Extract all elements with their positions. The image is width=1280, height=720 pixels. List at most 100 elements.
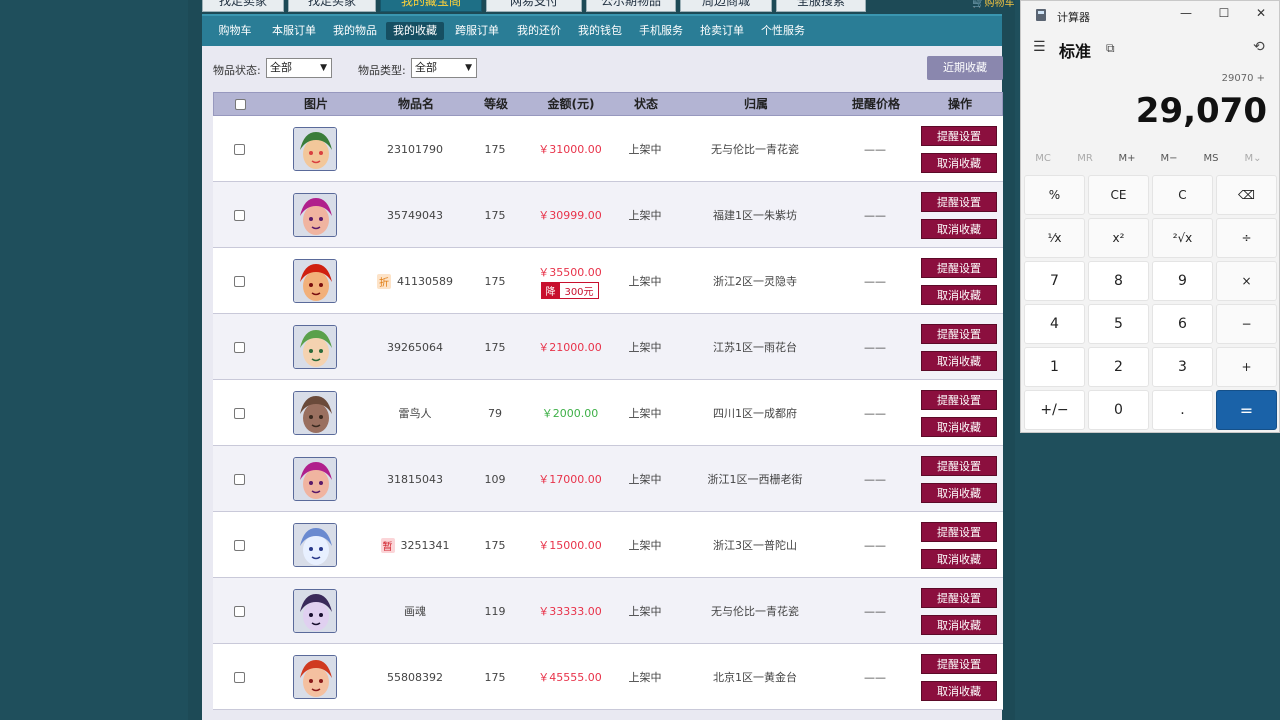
item-name[interactable]: 23101790 (387, 143, 443, 156)
calc-key[interactable]: 3 (1152, 347, 1213, 387)
cancel-favorite-button[interactable]: 取消收藏 (921, 482, 997, 503)
minimize-icon[interactable]: — (1171, 6, 1201, 24)
memory-button[interactable]: M− (1149, 153, 1189, 164)
memory-button[interactable]: M⌄ (1233, 153, 1273, 164)
item-name[interactable]: 3251341 (401, 539, 450, 552)
history-icon[interactable]: ⟲ (1253, 39, 1265, 55)
calc-key[interactable]: ²√x (1152, 218, 1213, 258)
item-avatar[interactable] (293, 325, 337, 369)
remind-settings-button[interactable]: 提醒设置 (921, 191, 997, 212)
memory-button[interactable]: M+ (1107, 153, 1147, 164)
calc-key[interactable]: C (1152, 175, 1213, 215)
calc-key[interactable]: 5 (1088, 304, 1149, 344)
memory-button[interactable]: MR (1065, 153, 1105, 164)
cancel-favorite-button[interactable]: 取消收藏 (921, 680, 997, 701)
cancel-favorite-button[interactable]: 取消收藏 (921, 416, 997, 437)
calc-key[interactable]: CE (1088, 175, 1149, 215)
calc-key[interactable]: 9 (1152, 261, 1213, 301)
recent-favorites-button[interactable]: 近期收藏 (927, 56, 1003, 80)
cancel-favorite-button[interactable]: 取消收藏 (921, 218, 997, 239)
row-checkbox[interactable] (233, 605, 245, 617)
calc-key[interactable]: +/− (1024, 390, 1085, 430)
top-tab[interactable]: 我的藏宝阁 (380, 0, 482, 12)
maximize-icon[interactable]: ☐ (1209, 6, 1239, 24)
remind-settings-button[interactable]: 提醒设置 (921, 323, 997, 344)
item-avatar[interactable] (293, 259, 337, 303)
keep-on-top-icon[interactable]: ⧉ (1106, 41, 1115, 56)
row-checkbox[interactable] (233, 407, 245, 419)
close-icon[interactable]: ✕ (1246, 6, 1276, 24)
top-tab[interactable]: 网易支付 (486, 0, 582, 12)
cancel-favorite-button[interactable]: 取消收藏 (921, 284, 997, 305)
calc-key[interactable]: % (1024, 175, 1085, 215)
calc-key[interactable]: 0 (1088, 390, 1149, 430)
type-filter-select[interactable]: 全部 ▼ (411, 58, 477, 78)
item-name[interactable]: 画魂 (404, 603, 426, 619)
calc-key[interactable]: = (1216, 390, 1277, 430)
calc-key[interactable]: ⌫ (1216, 175, 1277, 215)
sub-nav-item[interactable]: 我的收藏 (386, 22, 444, 40)
select-all-checkbox[interactable] (234, 98, 246, 110)
sub-nav-item[interactable]: 购物车 (206, 22, 264, 40)
sub-nav-item[interactable]: 抢卖订单 (693, 22, 751, 40)
remind-settings-button[interactable]: 提醒设置 (921, 389, 997, 410)
item-avatar[interactable] (293, 193, 337, 237)
cancel-favorite-button[interactable]: 取消收藏 (921, 614, 997, 635)
calc-key[interactable]: ÷ (1216, 218, 1277, 258)
top-tab[interactable]: 公示期物品 (586, 0, 676, 12)
remind-settings-button[interactable]: 提醒设置 (921, 653, 997, 674)
sub-nav-item[interactable]: 本服订单 (265, 22, 323, 40)
remind-settings-button[interactable]: 提醒设置 (921, 521, 997, 542)
calc-key[interactable]: 6 (1152, 304, 1213, 344)
cancel-favorite-button[interactable]: 取消收藏 (921, 350, 997, 371)
item-name[interactable]: 41130589 (397, 275, 453, 288)
row-checkbox[interactable] (233, 143, 245, 155)
item-name[interactable]: 55808392 (387, 671, 443, 684)
sub-nav-item[interactable]: 手机服务 (632, 22, 690, 40)
memory-button[interactable]: MS (1191, 153, 1231, 164)
item-name[interactable]: 31815043 (387, 473, 443, 486)
top-tab[interactable]: 找走买家 (288, 0, 376, 12)
calc-key[interactable]: x² (1088, 218, 1149, 258)
calc-key[interactable]: 4 (1024, 304, 1085, 344)
item-avatar[interactable] (293, 655, 337, 699)
item-avatar[interactable] (293, 391, 337, 435)
sub-nav-item[interactable]: 跨服订单 (448, 22, 506, 40)
calc-key[interactable]: + (1216, 347, 1277, 387)
calc-key[interactable]: × (1216, 261, 1277, 301)
item-avatar[interactable] (293, 589, 337, 633)
remind-settings-button[interactable]: 提醒设置 (921, 587, 997, 608)
top-tab[interactable]: 全服搜索 (776, 0, 866, 12)
calc-key[interactable]: . (1152, 390, 1213, 430)
calculator-titlebar[interactable]: 计算器 — ☐ ✕ (1021, 1, 1279, 29)
row-checkbox[interactable] (233, 341, 245, 353)
menu-icon[interactable]: ☰ (1033, 39, 1046, 55)
calc-key[interactable]: 8 (1088, 261, 1149, 301)
top-tab[interactable]: 周边商城 (680, 0, 772, 12)
top-tab[interactable]: 找走卖家 (202, 0, 284, 12)
item-avatar[interactable] (293, 127, 337, 171)
calc-key[interactable]: − (1216, 304, 1277, 344)
sub-nav-item[interactable]: 我的物品 (326, 22, 384, 40)
item-name[interactable]: 雷鸟人 (399, 405, 432, 421)
sub-nav-item[interactable]: 个性服务 (754, 22, 812, 40)
status-filter-select[interactable]: 全部 ▼ (266, 58, 332, 78)
calc-key[interactable]: ¹⁄x (1024, 218, 1085, 258)
cart-link[interactable]: 🛒购物车 (972, 0, 1014, 9)
memory-button[interactable]: MC (1023, 153, 1063, 164)
row-checkbox[interactable] (233, 539, 245, 551)
calc-key[interactable]: 7 (1024, 261, 1085, 301)
row-checkbox[interactable] (233, 209, 245, 221)
calc-key[interactable]: 2 (1088, 347, 1149, 387)
item-name[interactable]: 39265064 (387, 341, 443, 354)
calc-key[interactable]: 1 (1024, 347, 1085, 387)
sub-nav-item[interactable]: 我的还价 (510, 22, 568, 40)
item-avatar[interactable] (293, 523, 337, 567)
remind-settings-button[interactable]: 提醒设置 (921, 455, 997, 476)
remind-settings-button[interactable]: 提醒设置 (921, 125, 997, 146)
cancel-favorite-button[interactable]: 取消收藏 (921, 152, 997, 173)
sub-nav-item[interactable]: 我的钱包 (571, 22, 629, 40)
row-checkbox[interactable] (233, 671, 245, 683)
row-checkbox[interactable] (233, 275, 245, 287)
remind-settings-button[interactable]: 提醒设置 (921, 257, 997, 278)
